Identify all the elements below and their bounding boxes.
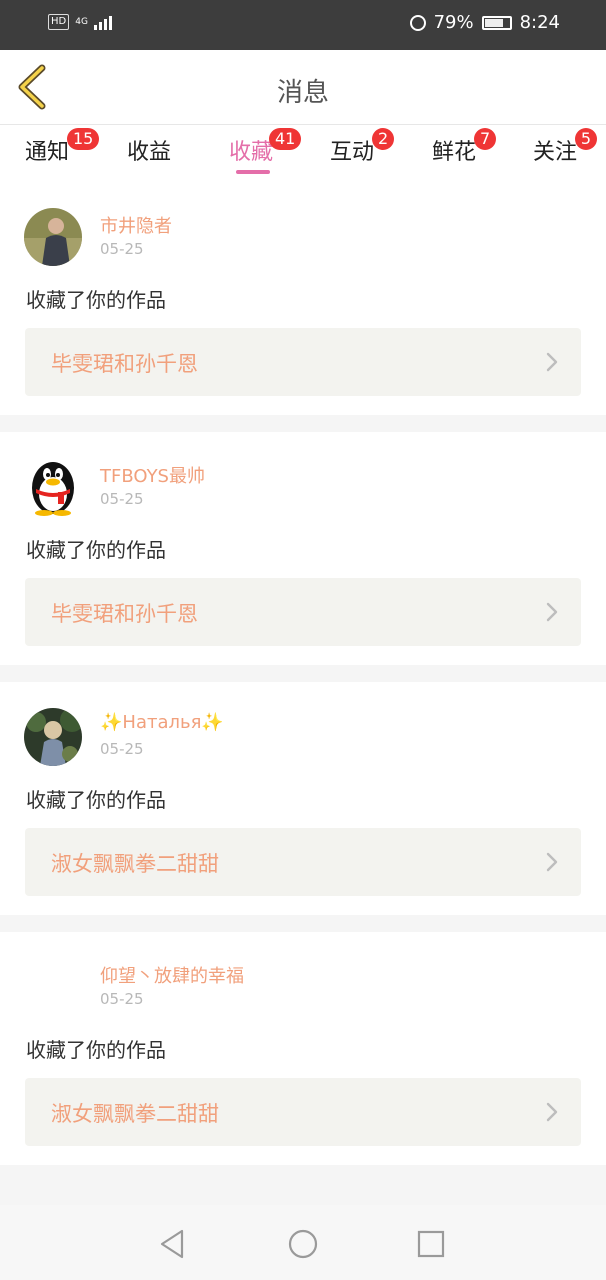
notification-card: 仰望丶放肆的幸福 05-25 收藏了你的作品 淑女飘飘拳二甜甜 [0,932,606,1165]
battery-icon [481,15,512,30]
tab-label: 互动 [330,140,375,165]
tab-badge: 7 [474,128,497,150]
work-link[interactable]: 毕雯珺和孙千恩 [25,578,581,646]
tab-interactions[interactable]: 互动 2 [330,128,395,166]
hd-indicator: HD [48,14,70,30]
divider [0,415,606,432]
message-text: 收藏了你的作品 [26,538,166,562]
tab-badge: 5 [575,128,597,150]
avatar[interactable] [24,208,82,266]
work-title: 淑女飘飘拳二甜甜 [51,1102,219,1126]
work-title: 毕雯珺和孙千恩 [51,602,198,626]
tab-label: 鲜花 [432,140,477,165]
work-link[interactable]: 淑女飘飘拳二甜甜 [25,828,581,896]
message-text: 收藏了你的作品 [26,288,166,312]
avatar[interactable] [24,708,82,766]
timestamp: 05-25 [100,240,144,258]
tab-badge: 15 [67,128,100,150]
tab-notice[interactable]: 通知 15 [25,128,100,166]
avatar[interactable] [24,458,82,516]
avatar[interactable] [24,958,82,1016]
tab-badge: 41 [269,128,302,150]
username[interactable]: 仰望丶放肆的幸福 [100,962,244,988]
status-left: HD 4G [48,14,112,30]
clock: 8:24 [519,12,560,33]
tab-label: 收益 [127,140,172,165]
tab-label: 通知 [25,140,70,165]
notification-card: 市井隐者 05-25 收藏了你的作品 毕雯珺和孙千恩 [0,182,606,415]
tab-flowers[interactable]: 鲜花 7 [432,128,497,166]
chevron-right-icon [546,352,558,372]
tab-favorites[interactable]: 收藏 41 [229,128,302,166]
tab-badge: 2 [372,128,395,150]
notification-card: ✨Наталья✨ 05-25 收藏了你的作品 淑女飘飘拳二甜甜 [0,682,606,915]
divider [0,1165,606,1205]
work-title: 毕雯珺和孙千恩 [51,352,198,376]
message-text: 收藏了你的作品 [26,788,166,812]
alarm-icon [409,14,426,31]
timestamp: 05-25 [100,990,144,1008]
back-triangle-icon[interactable] [156,1227,190,1261]
divider [0,665,606,682]
username[interactable]: 市井隐者 [100,212,172,238]
network-label: 4G [75,17,88,27]
status-bar: HD 4G 79% 8:24 [0,0,606,50]
username[interactable]: ✨Наталья✨ [100,712,224,733]
divider [0,915,606,932]
battery-percent: 79% [433,12,474,33]
chevron-right-icon [546,1102,558,1122]
chevron-right-icon [546,602,558,622]
header: 消息 [0,50,606,125]
work-link[interactable]: 毕雯珺和孙千恩 [25,328,581,396]
tab-follow[interactable]: 关注 5 [533,128,597,166]
work-link[interactable]: 淑女飘飘拳二甜甜 [25,1078,581,1146]
home-circle-icon[interactable] [286,1227,320,1261]
status-right: 79% 8:24 [409,12,560,33]
tab-earnings[interactable]: 收益 [127,134,171,166]
tab-label: 关注 [533,140,578,165]
message-text: 收藏了你的作品 [26,1038,166,1062]
username[interactable]: TFBOYS最帅 [100,462,205,488]
page-title: 消息 [276,78,329,108]
system-nav-bar [0,1205,606,1280]
chevron-right-icon [546,852,558,872]
tab-bar: 通知 15 收益 收藏 41 互动 2 鲜花 7 关注 5 [0,124,606,182]
recents-square-icon[interactable] [414,1227,448,1261]
timestamp: 05-25 [100,740,144,758]
notification-card: TFBOYS最帅 05-25 收藏了你的作品 毕雯珺和孙千恩 [0,432,606,665]
signal-icon [93,14,112,30]
tab-label: 收藏 [229,140,274,165]
timestamp: 05-25 [100,490,144,508]
active-tab-indicator [236,170,270,174]
work-title: 淑女飘飘拳二甜甜 [51,852,219,876]
